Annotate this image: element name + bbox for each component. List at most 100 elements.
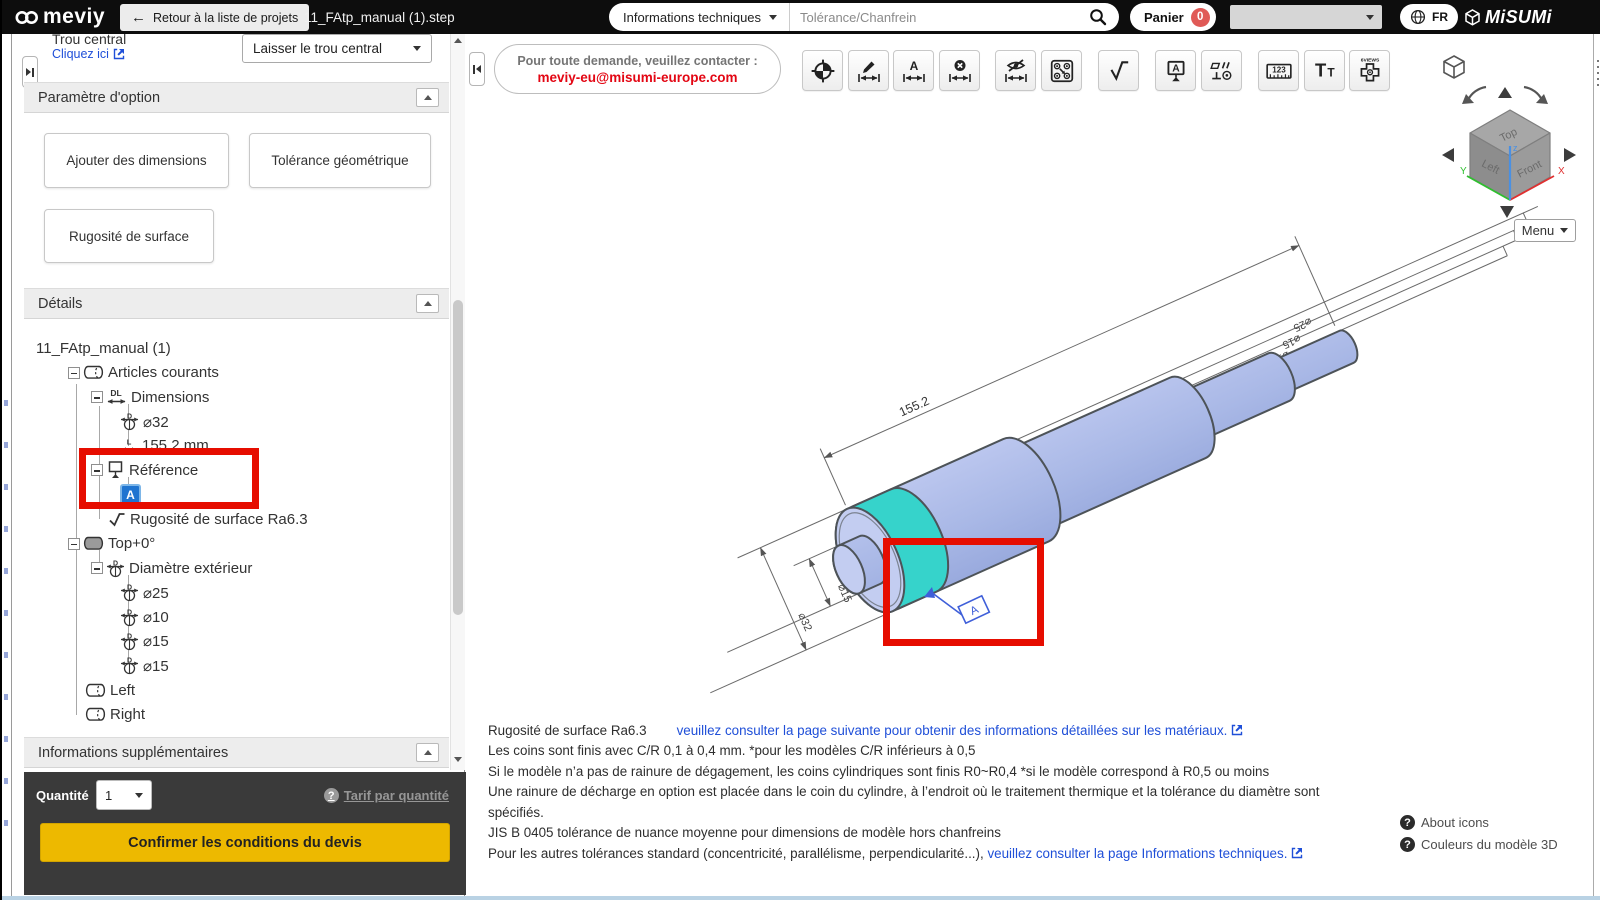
collapsed-left-panel[interactable] [2,34,12,900]
cylinder-icon [85,683,106,697]
dimension-dl-icon: DL [107,388,126,404]
axis-label-y: Y [1460,166,1467,177]
rotate-right-arrow[interactable] [1523,85,1548,104]
rotate-down-arrow[interactable] [1500,206,1514,218]
viewport-3d[interactable]: Pour toute demande, veuillez contacter :… [465,34,1593,900]
search-submit[interactable] [1089,3,1119,31]
tree-item-root[interactable]: 11_FAtp_manual (1) [24,336,452,360]
center-hole-select[interactable]: Laisser le trou central [242,34,432,63]
tree-item-label: Left [110,681,136,699]
chevron-down-icon [769,14,778,20]
hole-help-link[interactable]: Cliquez ici [52,47,125,61]
file-tab[interactable]: 11_FAtp_manual (1).step [304,0,455,34]
rotate-left-arrow[interactable] [1462,85,1487,104]
highlight-box-tree-reference [79,448,259,509]
roughness-check-icon [109,512,125,527]
tree-item-articles-courants[interactable]: Articles courants [24,360,452,384]
tree-item-top0[interactable]: Top+0° [24,532,452,556]
globe-icon [1410,9,1426,25]
expander-icon[interactable] [68,366,80,379]
axis-label-x: X [1558,166,1565,177]
tree-item-dia15a[interactable]: D ⌀15 [24,629,452,653]
diameter-icon: D [120,414,139,431]
note-line: Pour les autres tolérances standard (con… [488,844,1398,864]
diameter-icon: D [120,585,139,602]
tree-item-roughness[interactable]: Rugosité de surface Ra6.3 [24,507,452,531]
note-line: JIS B 0405 tolérance de nuance moyenne p… [488,825,1001,841]
confirm-quote-button[interactable]: Confirmer les conditions du devis [40,823,450,862]
tree-item-dia32[interactable]: D ⌀32 [24,409,452,433]
collapse-supplementary-section-button[interactable] [416,743,439,762]
tree-item-label: ⌀15 [143,633,169,651]
rotate-up-arrow[interactable] [1498,87,1512,98]
scroll-down-arrow[interactable] [454,757,462,762]
note-line: Les coins sont finis avec C/R 0,1 à 0,4 … [488,743,976,759]
search-icon [1090,9,1107,26]
surface-roughness-button[interactable]: Rugosité de surface [44,209,214,263]
tree-item-label: ⌀10 [143,609,169,627]
viewport-menu-button[interactable]: Menu [1514,219,1576,242]
expand-right-icon [26,68,32,76]
quote-panel: Quantité 1 ? Tarif par quantité Confirme… [24,772,466,895]
option-section-header: Paramètre d'option [24,82,449,113]
scrollbar-thumb[interactable] [453,300,463,615]
language-label: FR [1432,10,1448,24]
wireframe-cube-icon[interactable] [1443,55,1465,79]
empty-dropdown[interactable] [1230,5,1382,29]
expander-icon[interactable] [91,562,103,575]
triangle-up-icon [423,750,432,755]
diameter-icon: D [120,609,139,626]
diameter-icon: D [120,633,139,651]
quantity-value: 1 [105,787,113,803]
tree-item-dia15b[interactable]: D ⌀15 [24,654,452,678]
misumi-cube-icon [1465,8,1480,26]
search-category-select[interactable]: Informations techniques [609,3,791,31]
tree-item-dia25[interactable]: D ⌀25 [24,580,452,604]
dim-label-dia25: ⌀25 [1291,315,1313,334]
tariff-per-quantity-link[interactable]: ? Tarif par quantité [323,788,449,803]
expander-icon[interactable] [68,537,80,550]
about-icons-link[interactable]: ? About icons [1400,815,1558,830]
language-button[interactable]: FR [1400,4,1458,30]
collapse-option-section-button[interactable] [416,88,439,107]
misumi-logo-text: MiSUMi [1485,6,1552,27]
scroll-up-arrow[interactable] [454,38,462,43]
rotate-right-step-arrow[interactable] [1564,148,1576,162]
rotate-left-step-arrow[interactable] [1442,148,1454,162]
tree-item-dia10[interactable]: D ⌀10 [24,605,452,629]
center-hole-select-value: Laisser le trou central [253,41,383,56]
meviy-logo[interactable]: meviy [14,0,105,34]
tree-item-label: Top+0° [108,535,156,553]
tree-item-right[interactable]: Right [24,703,452,727]
external-link-icon [113,48,125,60]
geometric-tolerance-button[interactable]: Tolérance géométrique [249,133,431,188]
tree-item-label: Articles courants [108,364,219,382]
search-input[interactable] [790,3,1089,31]
note-line: spécifiés. [488,804,544,820]
chevron-down-icon [135,792,143,798]
tree-item-label: Right [110,706,146,724]
panel-handle-dots [1597,60,1599,86]
technical-info-link[interactable]: veuillez consulter la page Informations … [987,846,1287,861]
materials-info-link[interactable]: veuillez consulter la page suivante pour… [677,723,1228,738]
search-bar: Informations techniques [609,3,1119,31]
tree-item-dimensions[interactable]: DL Dimensions [24,385,452,409]
back-to-projects-button[interactable]: ← Retour à la liste de projets [120,4,310,31]
triangle-up-icon [423,95,432,100]
add-dimensions-button[interactable]: Ajouter des dimensions [44,133,229,188]
sidebar-scrollbar[interactable] [450,34,465,770]
collapse-details-section-button[interactable] [416,294,439,313]
tree-item-left[interactable]: Left [24,678,452,702]
expander-icon[interactable] [91,391,103,404]
cart-button[interactable]: Panier 0 [1130,3,1216,31]
collapsed-right-panel[interactable] [1593,34,1600,900]
about-icons-label: About icons [1421,815,1489,830]
search-category-label: Informations techniques [623,9,762,25]
axis-label-z: z [1513,143,1518,153]
quantity-select[interactable]: 1 [96,780,152,810]
cylinder-icon [83,365,104,379]
note-line: Une rainure de décharge en option est pl… [488,784,1320,800]
tree-item-label: ⌀15 [143,657,169,675]
model-colors-link[interactable]: ? Couleurs du modèle 3D [1400,837,1558,852]
tree-item-outer-diameter[interactable]: D Diamètre extérieur [24,556,452,580]
